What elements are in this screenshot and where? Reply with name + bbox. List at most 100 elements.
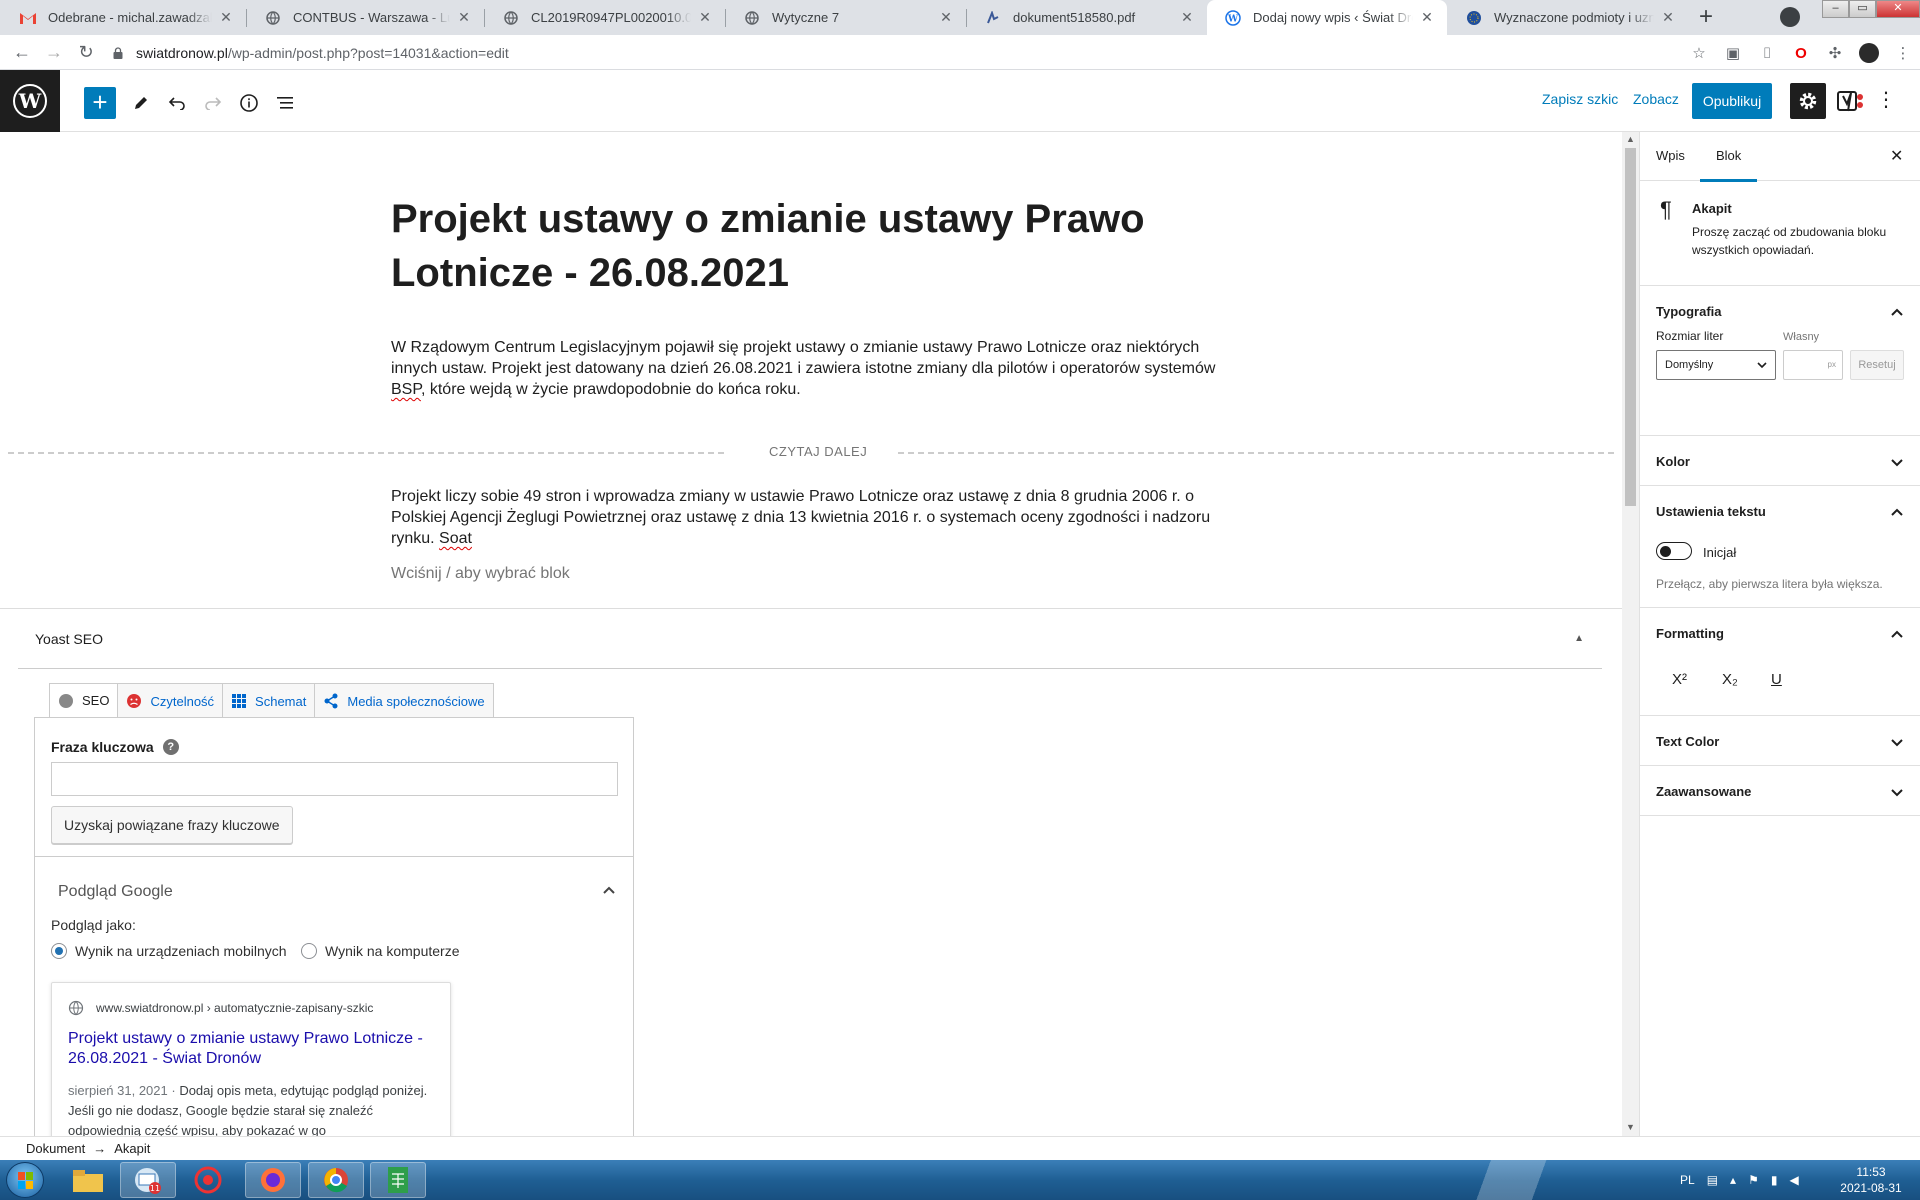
- network-icon[interactable]: ▮: [1771, 1173, 1778, 1187]
- scroll-down-arrow-icon[interactable]: ▼: [1622, 1122, 1639, 1132]
- browser-menu-icon[interactable]: ⋮: [1893, 43, 1913, 63]
- tab-block[interactable]: Blok: [1699, 148, 1758, 182]
- list-view-icon[interactable]: [269, 87, 301, 119]
- get-related-keyphrases-button[interactable]: Uzyskaj powiązane frazy kluczowe: [51, 806, 293, 844]
- radio-unselected[interactable]: [301, 943, 317, 959]
- camera-icon[interactable]: ⌷: [1757, 43, 1777, 63]
- back-arrow-icon[interactable]: ←: [10, 41, 34, 65]
- scrollbar-thumb[interactable]: [1625, 148, 1636, 506]
- keyboard-icon[interactable]: ▤: [1707, 1173, 1718, 1187]
- post-title[interactable]: Projekt ustawy o zmianie ustawy Prawo Lo…: [391, 192, 1251, 300]
- minimize-icon[interactable]: –: [1822, 0, 1849, 18]
- browser-tab-eu[interactable]: Wyznaczone podmioty i uznane ✕: [1448, 0, 1688, 35]
- window-close-icon[interactable]: ✕: [1876, 0, 1920, 18]
- close-sidebar-icon[interactable]: ✕: [1890, 146, 1903, 166]
- keyphrase-input[interactable]: [51, 762, 618, 796]
- chevron-up-icon[interactable]: [1890, 305, 1904, 319]
- panel-title[interactable]: Typografia: [1656, 304, 1722, 319]
- volume-icon[interactable]: ◀: [1789, 1173, 1798, 1187]
- puzzle-icon[interactable]: ✣: [1825, 43, 1845, 63]
- editor-scrollbar[interactable]: ▲ ▼: [1622, 132, 1639, 1136]
- flag-icon[interactable]: ⚑: [1748, 1173, 1759, 1187]
- custom-size-input[interactable]: px: [1783, 350, 1843, 380]
- mail-app-icon[interactable]: 11: [120, 1162, 176, 1198]
- media-player-icon[interactable]: [180, 1162, 236, 1198]
- pencil-tools-icon[interactable]: [125, 87, 157, 119]
- reload-icon[interactable]: ↻: [74, 41, 98, 65]
- profile-avatar[interactable]: [1859, 43, 1879, 63]
- breadcrumb-paragraph[interactable]: Akapit: [114, 1141, 150, 1156]
- extension-save-icon[interactable]: ▣: [1723, 43, 1743, 63]
- chevron-down-icon[interactable]: [1890, 735, 1904, 749]
- bookmark-star-icon[interactable]: ☆: [1689, 43, 1709, 63]
- info-icon[interactable]: [233, 87, 265, 119]
- yoast-tab-readability[interactable]: Czytelność: [117, 683, 224, 718]
- start-button[interactable]: [6, 1162, 44, 1198]
- new-tab-button[interactable]: +: [1692, 4, 1720, 32]
- forward-arrow-icon[interactable]: →: [42, 41, 66, 65]
- browser-tab-guidelines[interactable]: Wytyczne 7 ✕: [726, 0, 966, 35]
- browser-tab-pdf[interactable]: dokument518580.pdf ✕: [967, 0, 1207, 35]
- yoast-tab-schema[interactable]: Schemat: [222, 683, 316, 718]
- settings-gear-icon[interactable]: [1790, 83, 1826, 119]
- tab-search-icon[interactable]: [1780, 7, 1800, 27]
- close-tab-icon[interactable]: ✕: [1179, 9, 1195, 26]
- taskbar-clock[interactable]: 11:53 2021-08-31: [1836, 1164, 1906, 1196]
- panel-title[interactable]: Text Color: [1656, 734, 1719, 749]
- close-tab-icon[interactable]: ✕: [218, 9, 234, 26]
- panel-title[interactable]: Ustawienia tekstu: [1656, 504, 1766, 519]
- reset-button[interactable]: Resetuj: [1850, 350, 1904, 380]
- help-icon[interactable]: ?: [162, 739, 179, 755]
- yoast-metabox-header[interactable]: Yoast SEO ▲: [18, 609, 1602, 669]
- add-block-button[interactable]: +: [84, 87, 116, 119]
- address-bar[interactable]: swiatdronow.pl/wp-admin/post.php?post=14…: [112, 41, 509, 65]
- chrome-icon[interactable]: [308, 1162, 364, 1198]
- yoast-tab-social[interactable]: Media społecznościowe: [314, 683, 494, 718]
- options-more-icon[interactable]: ⋮: [1876, 88, 1896, 114]
- block-appender-placeholder[interactable]: Wciśnij / aby wybrać blok: [391, 565, 570, 583]
- underline-button[interactable]: U: [1771, 671, 1782, 688]
- google-preview-heading[interactable]: Podgląd Google: [58, 883, 173, 901]
- close-tab-icon[interactable]: ✕: [697, 9, 713, 26]
- browser-tab-wordpress[interactable]: W Dodaj nowy wpis ‹ Świat Dronów ✕: [1207, 0, 1447, 35]
- drop-cap-toggle[interactable]: [1656, 542, 1692, 560]
- close-tab-icon[interactable]: ✕: [1660, 9, 1676, 26]
- radio-mobile-result[interactable]: Wynik na urządzeniach mobilnych: [51, 943, 287, 959]
- paragraph-block-body[interactable]: Projekt liczy sobie 49 stron i wprowadza…: [391, 486, 1231, 549]
- redo-icon[interactable]: [197, 87, 229, 119]
- language-indicator[interactable]: PL: [1680, 1173, 1695, 1187]
- radio-selected[interactable]: [51, 943, 67, 959]
- close-tab-icon[interactable]: ✕: [456, 9, 472, 26]
- panel-title[interactable]: Zaawansowane: [1656, 784, 1751, 799]
- font-size-select[interactable]: Domyślny: [1656, 350, 1776, 380]
- radio-desktop-result[interactable]: Wynik na komputerze: [301, 943, 459, 959]
- preview-button[interactable]: Zobacz: [1633, 91, 1679, 107]
- tab-post[interactable]: Wpis: [1656, 148, 1685, 163]
- publish-button[interactable]: Opublikuj: [1692, 83, 1772, 119]
- tray-expand-icon[interactable]: ▴: [1730, 1173, 1736, 1187]
- panel-title[interactable]: Formatting: [1656, 626, 1724, 641]
- browser-tab-gmail[interactable]: Odebrane - michal.zawadzak@gm ✕: [2, 0, 246, 35]
- read-more-block[interactable]: CZYTAJ DALEJ: [8, 442, 1614, 462]
- spreadsheet-icon[interactable]: [370, 1162, 426, 1198]
- google-serp-preview[interactable]: www.swiatdronow.pl › automatycznie-zapis…: [51, 982, 451, 1136]
- yoast-tab-seo[interactable]: SEO: [49, 683, 119, 718]
- browser-tab-regulation[interactable]: CL2019R0947PL0020010.0001.3b ✕: [485, 0, 725, 35]
- chevron-down-icon[interactable]: [1890, 455, 1904, 469]
- subscript-button[interactable]: X₂: [1722, 671, 1738, 688]
- serp-title[interactable]: Projekt ustawy o zmianie ustawy Prawo Lo…: [68, 1029, 438, 1069]
- close-tab-icon[interactable]: ✕: [938, 9, 954, 26]
- chevron-up-icon[interactable]: [601, 882, 617, 898]
- paragraph-block-intro[interactable]: W Rządowym Centrum Legislacyjnym pojawił…: [391, 337, 1231, 400]
- superscript-button[interactable]: X²: [1672, 671, 1687, 688]
- undo-icon[interactable]: [161, 87, 193, 119]
- firefox-icon[interactable]: [245, 1162, 301, 1198]
- save-draft-button[interactable]: Zapisz szkic: [1542, 91, 1618, 107]
- chevron-up-icon[interactable]: [1890, 627, 1904, 641]
- wordpress-logo-icon[interactable]: W: [0, 70, 60, 132]
- browser-tab-contbus[interactable]: CONTBUS - Warszawa - Lublin, L ✕: [247, 0, 484, 35]
- breadcrumb-document[interactable]: Dokument: [26, 1141, 85, 1156]
- yoast-icon[interactable]: [1834, 84, 1868, 118]
- file-explorer-icon[interactable]: [60, 1162, 116, 1198]
- chevron-up-icon[interactable]: [1890, 505, 1904, 519]
